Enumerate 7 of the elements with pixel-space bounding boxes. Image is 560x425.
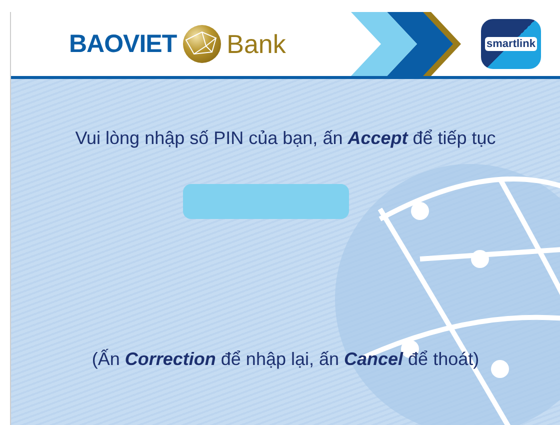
bank-logo-text: Bank	[226, 28, 286, 60]
key-hint: (Ấn Correction để nhập lại, ấn Cancel để thoát)	[92, 349, 480, 370]
globe-icon	[182, 24, 222, 64]
partner-logo-text: smartlink	[484, 37, 538, 51]
pin-instruction: Vui lòng nhập số PIN của bạn, ấn Accept để tiếp tục	[75, 128, 496, 149]
bank-logo-text: BAOVIET	[69, 30, 177, 58]
pin-field[interactable]	[182, 184, 348, 219]
